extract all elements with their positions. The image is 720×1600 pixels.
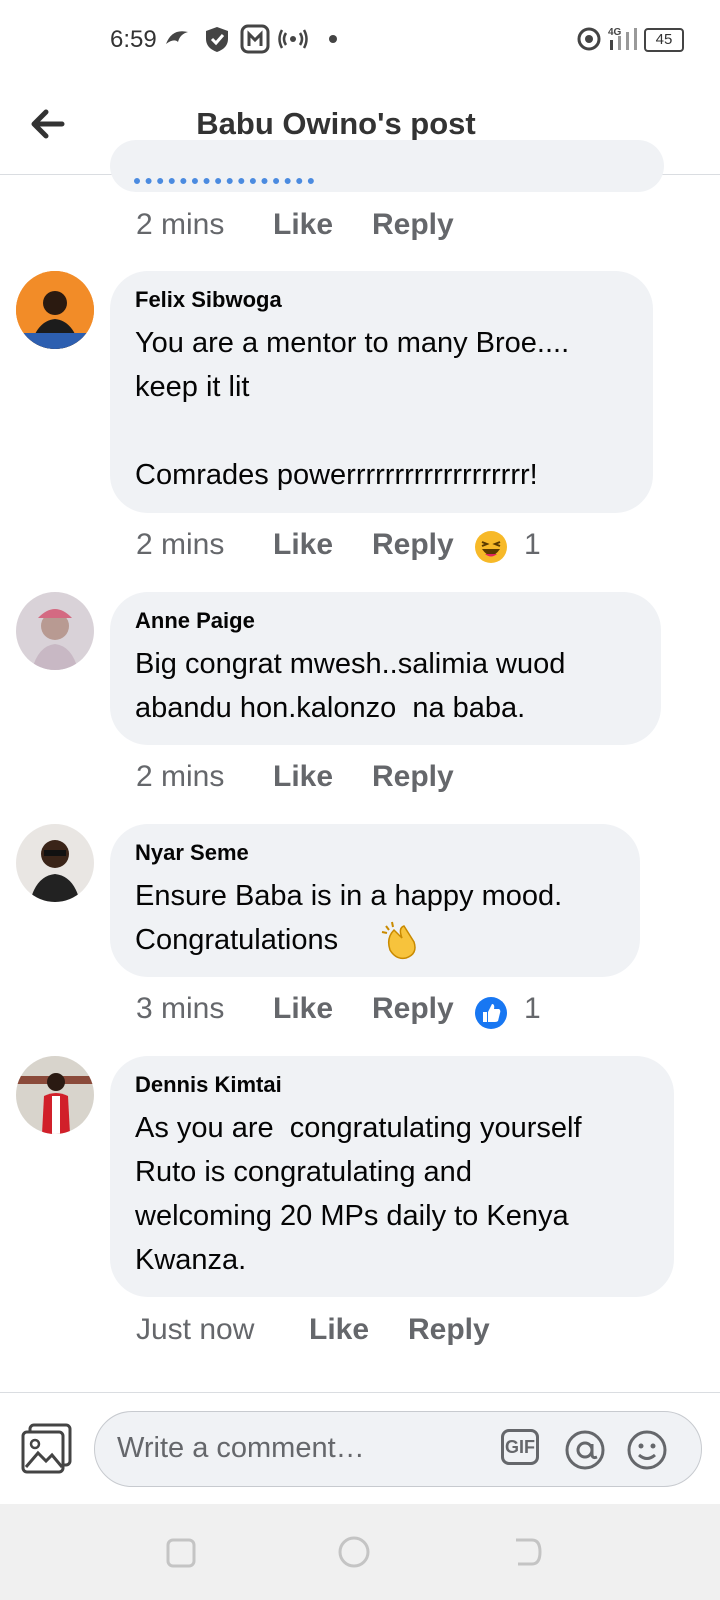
reply-button[interactable]: Reply bbox=[372, 528, 454, 562]
like-reaction-icon[interactable] bbox=[474, 996, 508, 1030]
comment-time: Just now bbox=[136, 1313, 255, 1346]
back-nav-icon[interactable] bbox=[506, 1530, 550, 1574]
avatar-image bbox=[16, 592, 94, 670]
comment-text: Big congrat mwesh..salimia wuod abandu h… bbox=[135, 648, 566, 724]
avatar-image bbox=[16, 824, 94, 902]
comment-bubble: Nyar Seme Ensure Baba is in a happy mood… bbox=[110, 824, 640, 977]
battery-icon: 45 bbox=[644, 28, 684, 52]
comment-time: 2 mins bbox=[136, 760, 225, 793]
status-time: 6:59 bbox=[110, 26, 157, 53]
battery-level: 45 bbox=[655, 31, 673, 48]
gif-button[interactable]: GIF bbox=[501, 1429, 539, 1465]
app-notification-icon bbox=[240, 24, 270, 54]
comment-text: Ensure Baba is in a happy mood. Congratu… bbox=[135, 880, 563, 956]
comment-author[interactable]: Anne Paige bbox=[135, 608, 255, 634]
system-navigation-bar bbox=[0, 1504, 720, 1600]
signal-icon: 4G bbox=[608, 27, 637, 50]
clapping-hands-icon bbox=[381, 921, 416, 960]
avatar[interactable] bbox=[16, 824, 94, 902]
comment-time: 2 mins bbox=[136, 528, 225, 561]
comment-author[interactable]: Dennis Kimtai bbox=[135, 1072, 282, 1098]
gif-label: GIF bbox=[505, 1437, 535, 1457]
comment-bubble: Anne Paige Big congrat mwesh..salimia wu… bbox=[110, 592, 661, 745]
home-icon[interactable] bbox=[332, 1530, 376, 1574]
shield-icon bbox=[206, 27, 228, 52]
comment-meta: 2 mins Like Reply bbox=[136, 760, 636, 800]
reaction-count: 1 bbox=[524, 528, 541, 561]
comment-meta: Just now Like Reply bbox=[136, 1313, 636, 1353]
comment-composer: Write a comment… GIF bbox=[0, 1392, 720, 1505]
reaction-count: 1 bbox=[524, 992, 541, 1025]
mention-icon[interactable] bbox=[564, 1429, 606, 1471]
avatar-image bbox=[16, 1056, 94, 1134]
bird-notification-icon bbox=[166, 31, 188, 44]
laughing-emoji-icon[interactable] bbox=[474, 530, 508, 564]
more-dot-icon bbox=[329, 35, 337, 43]
like-button[interactable]: Like bbox=[309, 1313, 369, 1347]
photo-icon[interactable] bbox=[20, 1423, 74, 1475]
like-button[interactable]: Like bbox=[273, 760, 333, 794]
reply-button[interactable]: Reply bbox=[372, 208, 454, 242]
comment-bubble: Dennis Kimtai As you are congratulating … bbox=[110, 1056, 674, 1297]
comment-input[interactable]: Write a comment… GIF bbox=[94, 1411, 702, 1487]
comment-bubble-clipped bbox=[110, 140, 664, 192]
emoji-icon[interactable] bbox=[626, 1429, 668, 1471]
comment-time: 3 mins bbox=[136, 992, 225, 1025]
clipped-emoji-row bbox=[134, 168, 314, 184]
avatar[interactable] bbox=[16, 271, 94, 349]
hotspot-icon bbox=[278, 29, 308, 49]
avatar[interactable] bbox=[16, 592, 94, 670]
like-button[interactable]: Like bbox=[273, 992, 333, 1026]
comment-meta: 2 mins Like Reply bbox=[136, 208, 636, 248]
reply-button[interactable]: Reply bbox=[408, 1313, 490, 1347]
comment-text: As you are congratulating yourself Ruto … bbox=[135, 1112, 582, 1276]
status-bar: 6:59 4G 45 bbox=[0, 0, 720, 80]
comment-time: 2 mins bbox=[136, 208, 225, 241]
like-button[interactable]: Like bbox=[273, 528, 333, 562]
comment-bubble: Felix Sibwoga You are a mentor to many B… bbox=[110, 271, 653, 513]
like-button[interactable]: Like bbox=[273, 208, 333, 242]
comment-author[interactable]: Nyar Seme bbox=[135, 840, 249, 866]
comment-author[interactable]: Felix Sibwoga bbox=[135, 287, 282, 313]
reply-button[interactable]: Reply bbox=[372, 760, 454, 794]
comment-input-placeholder: Write a comment… bbox=[117, 1432, 365, 1464]
comment-meta: 2 mins Like Reply 1 bbox=[136, 528, 696, 568]
comment-text: You are a mentor to many Broe.... keep i… bbox=[135, 327, 570, 491]
avatar-image bbox=[16, 271, 94, 349]
recents-icon[interactable] bbox=[158, 1530, 202, 1574]
comment-meta: 3 mins Like Reply 1 bbox=[136, 992, 696, 1032]
alarm-icon bbox=[577, 27, 601, 51]
page-title: Babu Owino's post bbox=[196, 106, 476, 141]
reply-button[interactable]: Reply bbox=[372, 992, 454, 1026]
avatar[interactable] bbox=[16, 1056, 94, 1134]
